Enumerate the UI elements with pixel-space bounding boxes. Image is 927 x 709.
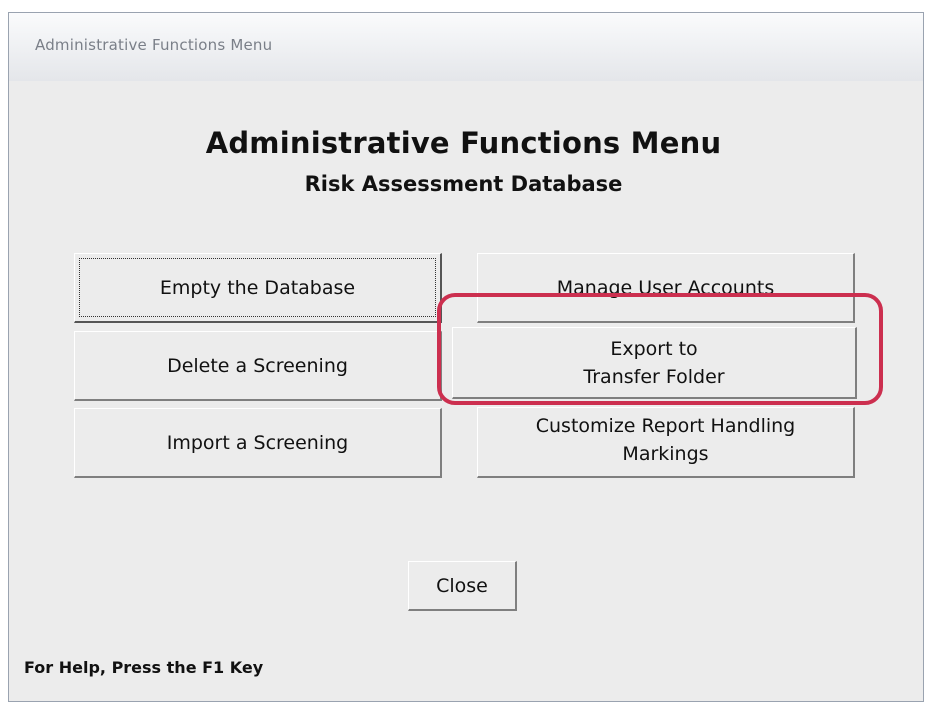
customize-label-line2: Markings [622, 443, 709, 465]
import-screening-button[interactable]: Import a Screening [74, 408, 442, 478]
manage-user-accounts-label: Manage User Accounts [556, 276, 775, 299]
window-title: Administrative Functions Menu [35, 36, 273, 54]
import-screening-label: Import a Screening [166, 431, 349, 454]
close-button[interactable]: Close [408, 561, 517, 611]
customize-label-line1: Customize Report Handling [535, 415, 796, 437]
title-bar[interactable]: Administrative Functions Menu [9, 13, 923, 81]
delete-screening-button[interactable]: Delete a Screening [74, 331, 442, 401]
manage-user-accounts-button[interactable]: Manage User Accounts [477, 253, 855, 323]
close-label: Close [436, 574, 488, 597]
page-title: Administrative Functions Menu [205, 126, 722, 160]
export-label-line1: Export to [610, 337, 698, 360]
empty-database-button[interactable]: Empty the Database [74, 253, 442, 323]
empty-database-label: Empty the Database [159, 276, 356, 299]
delete-screening-label: Delete a Screening [167, 354, 348, 377]
customize-report-markings-button[interactable]: Customize Report Handling Markings [477, 407, 855, 478]
help-status-text: For Help, Press the F1 Key [24, 658, 264, 677]
export-label-line2: Transfer Folder [583, 365, 725, 388]
page-subtitle: Risk Assessment Database [304, 172, 623, 196]
export-transfer-folder-button[interactable]: Export to Transfer Folder [452, 327, 857, 399]
